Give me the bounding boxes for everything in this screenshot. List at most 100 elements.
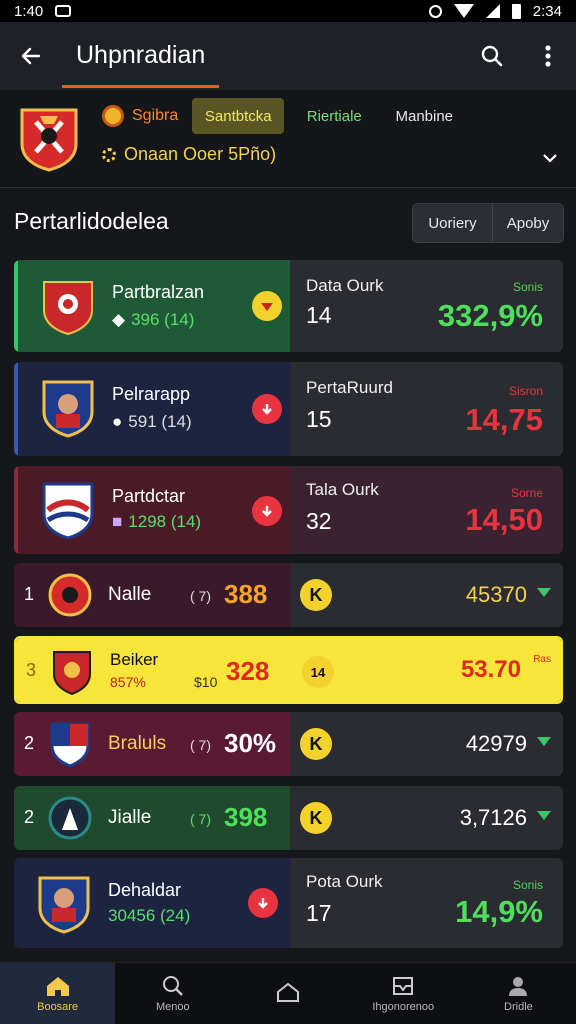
- row-small: ( 7): [190, 811, 211, 827]
- team-chip-label: Sgibra: [132, 107, 179, 124]
- search-icon: [481, 45, 503, 67]
- k-badge: K: [300, 802, 332, 834]
- k-badge: K: [300, 728, 332, 760]
- row-name: Braluls: [108, 733, 167, 754]
- club-name: Partdctar: [112, 486, 186, 506]
- trend-badge: [248, 888, 278, 918]
- row-name: Jialle: [108, 807, 152, 828]
- battery-icon: [511, 3, 521, 19]
- row-score: 328: [226, 656, 270, 686]
- club-crest-icon: [38, 876, 90, 934]
- chevron-down-icon: [543, 154, 557, 163]
- trend-badge: [252, 496, 282, 526]
- tab-santbtcka[interactable]: Santbtcka: [192, 98, 285, 134]
- wifi-icon: [453, 4, 474, 18]
- stat-tag: Sonis: [512, 280, 543, 294]
- more-options-button[interactable]: [520, 22, 576, 90]
- table-row[interactable]: 1 Nalle ( 7) 388 K 45370: [14, 563, 563, 627]
- team-subtitle: Onaan Ooer 5Pño): [124, 144, 277, 164]
- club-stat: 30456 (24): [108, 906, 191, 925]
- arrow-down-icon: [262, 404, 272, 415]
- club-crest-icon: [53, 651, 91, 696]
- standings-card[interactable]: Partdctar ■ 1298 (14) Tala Ourk 32 Sorne…: [14, 466, 563, 554]
- arrow-left-icon: [21, 47, 41, 65]
- row-small: $10: [194, 674, 218, 690]
- trend-badge: [252, 291, 282, 321]
- signal-icon: [485, 4, 500, 18]
- search-button[interactable]: [464, 22, 520, 90]
- row-value: 53.70: [460, 656, 521, 683]
- nav-profile[interactable]: Dridle: [461, 963, 576, 1024]
- nav-search[interactable]: Menoo: [115, 963, 230, 1024]
- segmented-control: Uoriery Apoby: [412, 203, 564, 243]
- club-stat: 591 (14): [128, 412, 192, 431]
- table-row[interactable]: 2 Braluls ( 7) 30% K 42979: [14, 712, 563, 776]
- club-stat-row: 30456 (24): [108, 906, 190, 926]
- arrow-down-icon: [262, 506, 272, 517]
- row-name: Nalle: [108, 584, 152, 605]
- camera-icon: [55, 5, 72, 17]
- app-bar: Uhpnradian: [0, 22, 576, 90]
- table-row-highlighted[interactable]: 3 Beiker 857% $10 328 14 53.70 Ras: [14, 636, 563, 704]
- row-small: ( 7): [190, 588, 211, 604]
- row-small: ( 7): [190, 737, 211, 753]
- expand-button[interactable]: [538, 146, 562, 170]
- k-badge: 14: [302, 656, 334, 688]
- row-value: 45370: [465, 582, 527, 607]
- person-icon: [509, 976, 528, 996]
- team-header: Sgibra Santbtcka Riertiale Manbine Onaan…: [0, 92, 576, 188]
- stat-tag: Sorne: [510, 486, 543, 500]
- club-crest-icon: [42, 482, 94, 540]
- stat-number: 32: [306, 508, 332, 534]
- stat-number: 14: [306, 302, 332, 328]
- status-clock-right: 2:34: [532, 2, 562, 20]
- stat-tag: Sisron: [508, 384, 543, 398]
- club-name: Pelrarapp: [112, 384, 191, 404]
- row-rank: 1: [24, 584, 35, 604]
- tag-icon: ◆: [112, 310, 126, 329]
- arrow-down-icon: [258, 898, 268, 909]
- nav-inbox[interactable]: Ihgonorenoo: [346, 963, 461, 1024]
- standings-card[interactable]: Dehaldar 30456 (24) Pota Ourk 17 Sonis 1…: [14, 858, 563, 948]
- standings-card[interactable]: Partbralzan ◆ 396 (14) Data Ourk 14 Soni…: [14, 260, 563, 352]
- alarm-icon: [428, 4, 442, 18]
- house-outline-icon: [277, 982, 299, 1002]
- nav-label: Dridle: [504, 1000, 533, 1013]
- segment-apoby[interactable]: Apoby: [493, 204, 563, 242]
- row-sub: 857%: [110, 674, 146, 690]
- row-score: 30%: [224, 728, 277, 758]
- inbox-icon: [393, 976, 414, 995]
- tab-riertiale[interactable]: Riertiale: [284, 98, 384, 134]
- nav-center[interactable]: [230, 963, 345, 1024]
- team-chip[interactable]: Sgibra: [98, 98, 192, 134]
- nav-label: Boosare: [37, 1000, 79, 1013]
- team-subtitle-row: Onaan Ooer 5Pño): [102, 144, 276, 165]
- section-title: Pertarlidodelea: [14, 208, 169, 234]
- table-row[interactable]: 2 Jialle ( 7) 398 K 3,7126: [14, 786, 563, 850]
- search-icon: [162, 975, 183, 996]
- gear-icon: [102, 147, 116, 162]
- tab-manbine[interactable]: Manbine: [384, 98, 464, 134]
- status-bar: 1:40 2:34: [0, 0, 576, 22]
- app-title: Uhpnradian: [62, 33, 220, 88]
- club-crest-icon: [48, 573, 92, 617]
- club-stat: 1298 (14): [128, 512, 202, 531]
- arrow-down-icon: [261, 303, 273, 311]
- segment-uoriery[interactable]: Uoriery: [413, 204, 493, 242]
- stat-number: 15: [306, 406, 332, 432]
- status-time: 1:40: [14, 2, 44, 20]
- stat-label: Pota Ourk: [306, 872, 383, 891]
- trend-badge: [252, 394, 282, 424]
- bottom-nav: Boosare Menoo Ihgonorenoo Dridle: [0, 962, 576, 1024]
- row-rank: 2: [24, 733, 35, 753]
- standings-card[interactable]: Pelrarapp ● 591 (14) PertaRuurd 15 Sisro…: [14, 362, 563, 456]
- stat-value: 14,75: [465, 402, 543, 437]
- home-icon: [46, 976, 69, 996]
- more-vertical-icon: [545, 45, 551, 67]
- stat-label: Data Ourk: [306, 276, 384, 295]
- club-stat-row: ■ 1298 (14): [112, 512, 201, 532]
- k-badge: K: [300, 579, 332, 611]
- stat-label: Tala Ourk: [306, 480, 379, 499]
- back-button[interactable]: [0, 22, 62, 90]
- nav-home[interactable]: Boosare: [0, 963, 116, 1024]
